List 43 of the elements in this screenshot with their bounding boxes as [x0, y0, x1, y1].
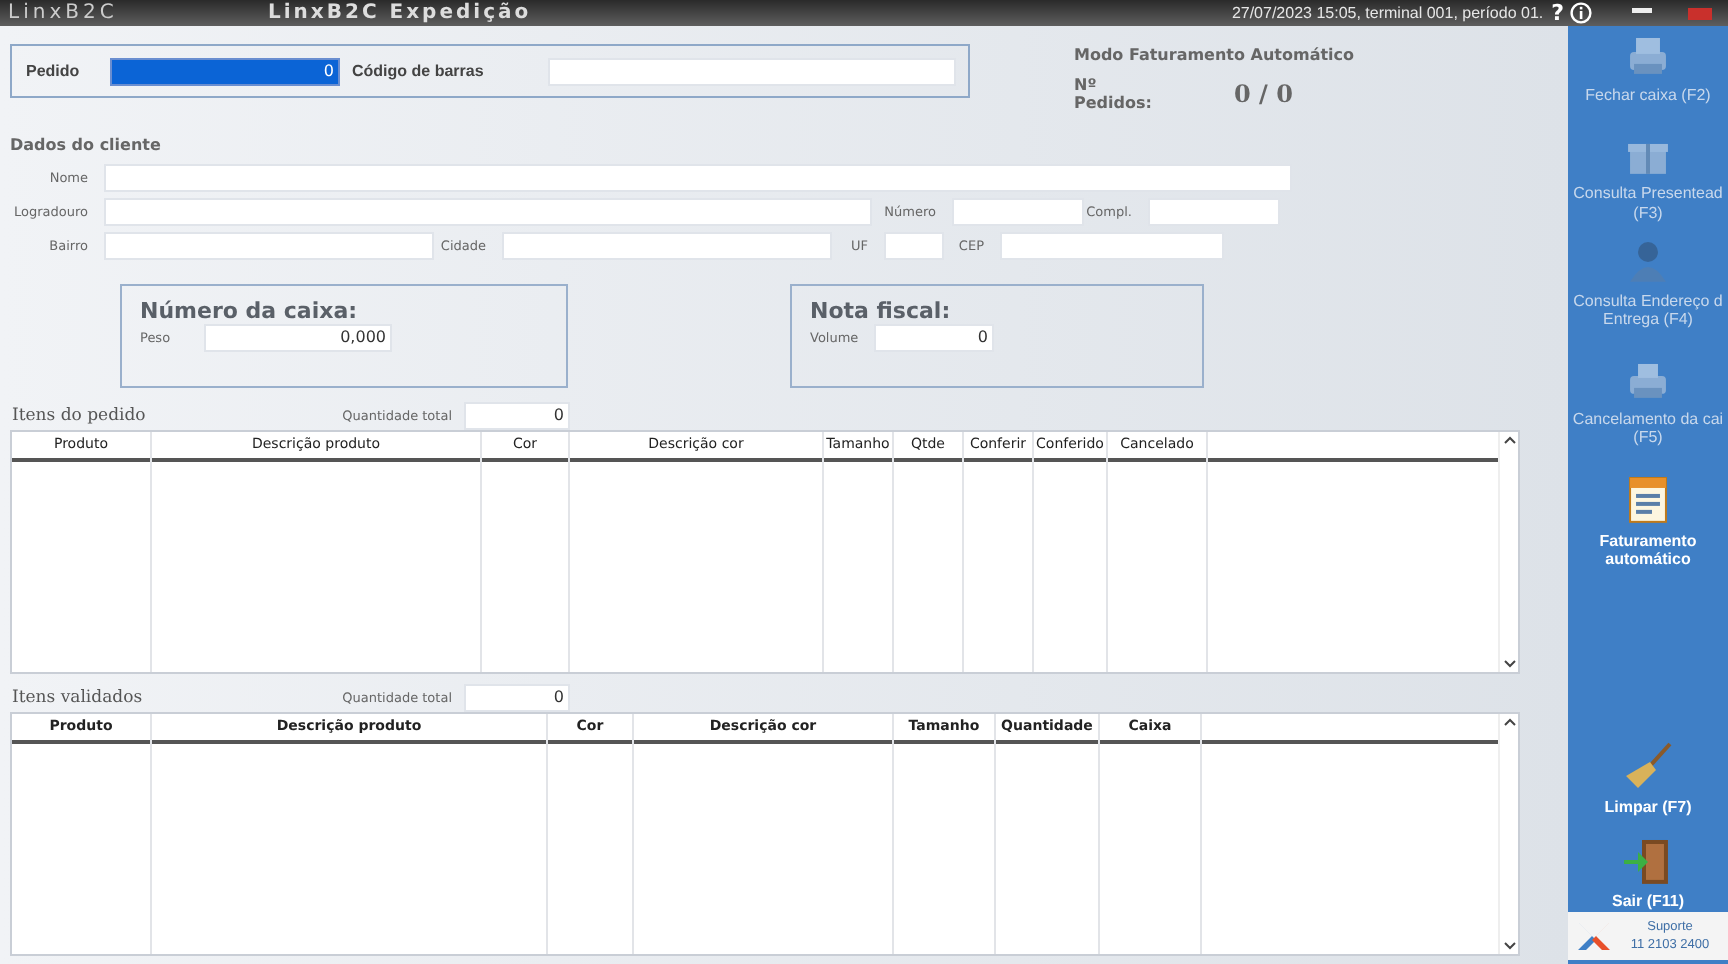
info-icon[interactable]	[1570, 2, 1592, 24]
total-quantity-field[interactable]: 0	[464, 402, 570, 430]
text-field[interactable]	[884, 231, 944, 259]
scroll-up-icon[interactable]	[1503, 718, 1515, 726]
text-field[interactable]	[104, 197, 872, 225]
close-icon[interactable]	[1688, 7, 1712, 19]
scroll-down-icon[interactable]	[1503, 942, 1515, 950]
window-title: LinxB2C Expedição	[268, 2, 532, 24]
total-quantity-field[interactable]: 0	[464, 684, 570, 712]
exit-door-icon	[1622, 837, 1674, 885]
text-field[interactable]	[502, 231, 832, 259]
section-title: Dados do cliente	[10, 136, 163, 154]
auto-billing-title: Modo Faturamento Automático	[1074, 46, 1355, 64]
orders-count: 0 / 0	[1234, 80, 1293, 108]
text-field[interactable]	[104, 231, 434, 259]
minimize-icon[interactable]	[1632, 7, 1652, 15]
sidebar-action-button[interactable]: Faturamento automático	[1568, 475, 1728, 570]
broom-icon	[1622, 741, 1674, 790]
orders-label: Nº Pedidos:	[1074, 76, 1154, 112]
barcode-field[interactable]	[548, 57, 956, 85]
sidebar-action-button[interactable]: Sair (F11)	[1568, 837, 1728, 913]
weight-field[interactable]: 0,000	[204, 324, 392, 352]
session-status: 27/07/2023 15:05, terminal 001, período 01.	[1231, 4, 1544, 22]
text-field[interactable]	[104, 163, 1292, 191]
document-icon	[1628, 475, 1668, 524]
help-button[interactable]: ?	[1551, 0, 1564, 26]
field-label: Código de barras	[352, 62, 486, 80]
printer-icon	[1624, 34, 1672, 78]
panel-title: Nota fiscal:	[810, 298, 953, 324]
app-logo: LinxB2C	[6, 2, 120, 24]
sidebar-action-button[interactable]: Limpar (F7)	[1568, 741, 1728, 817]
section-title: Itens validados	[10, 688, 145, 708]
field-label: Pedido	[26, 62, 82, 80]
order-number-field[interactable]: 0	[110, 57, 340, 85]
text-field[interactable]	[1148, 197, 1280, 225]
text-field[interactable]	[1000, 231, 1224, 259]
section-title: Itens do pedido	[10, 406, 148, 426]
scroll-up-icon[interactable]	[1503, 436, 1515, 444]
text-field[interactable]	[952, 197, 1084, 225]
scroll-down-icon[interactable]	[1503, 660, 1515, 668]
volume-field[interactable]: 0	[874, 324, 994, 352]
panel-title: Número da caixa:	[140, 298, 360, 324]
person-icon	[1624, 239, 1672, 284]
